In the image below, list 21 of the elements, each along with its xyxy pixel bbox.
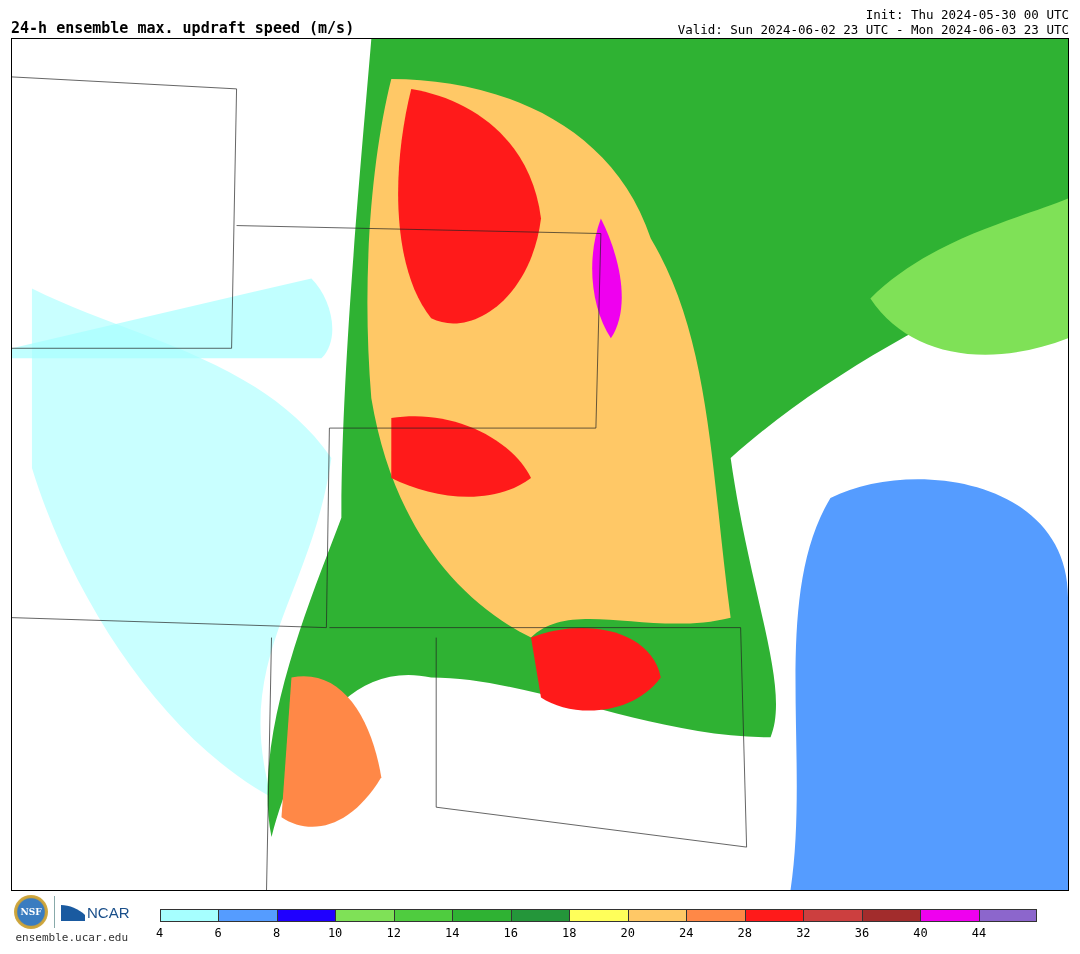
ncar-logo: NCAR [61, 903, 130, 921]
legend-tick-label: 20 [620, 926, 635, 940]
chart-title: 24-h ensemble max. updraft speed (m/s) [11, 19, 355, 37]
legend-tick-label: 18 [562, 926, 577, 940]
init-time: Init: Thu 2024-05-30 00 UTC [865, 7, 1069, 22]
legend-tick-label: 8 [272, 926, 281, 940]
legend-tick-label: 14 [444, 926, 460, 940]
legend-tick-label: 24 [679, 926, 694, 940]
legend-tick-label: 6 [214, 926, 222, 940]
legend-tick-label: 12 [386, 926, 401, 940]
legend-tick-label: 16 [503, 926, 518, 940]
legend-tick-label: 4 [155, 926, 164, 940]
legend-tick-label: 10 [327, 926, 343, 940]
valid-time: Valid: Sun 2024-06-02 23 UTC - Mon 2024-06-03 23 UTC [677, 22, 1069, 37]
legend-tick-label: 40 [913, 926, 928, 940]
legend-tick-label: 32 [796, 926, 811, 940]
legend-tick-label: 36 [854, 926, 870, 940]
legend-tick-label: 28 [737, 926, 753, 940]
legend-tick-label: 44 [971, 926, 987, 940]
nsf-logo: NSF [14, 895, 48, 929]
site-url: ensemble.ucar.edu [15, 931, 129, 944]
